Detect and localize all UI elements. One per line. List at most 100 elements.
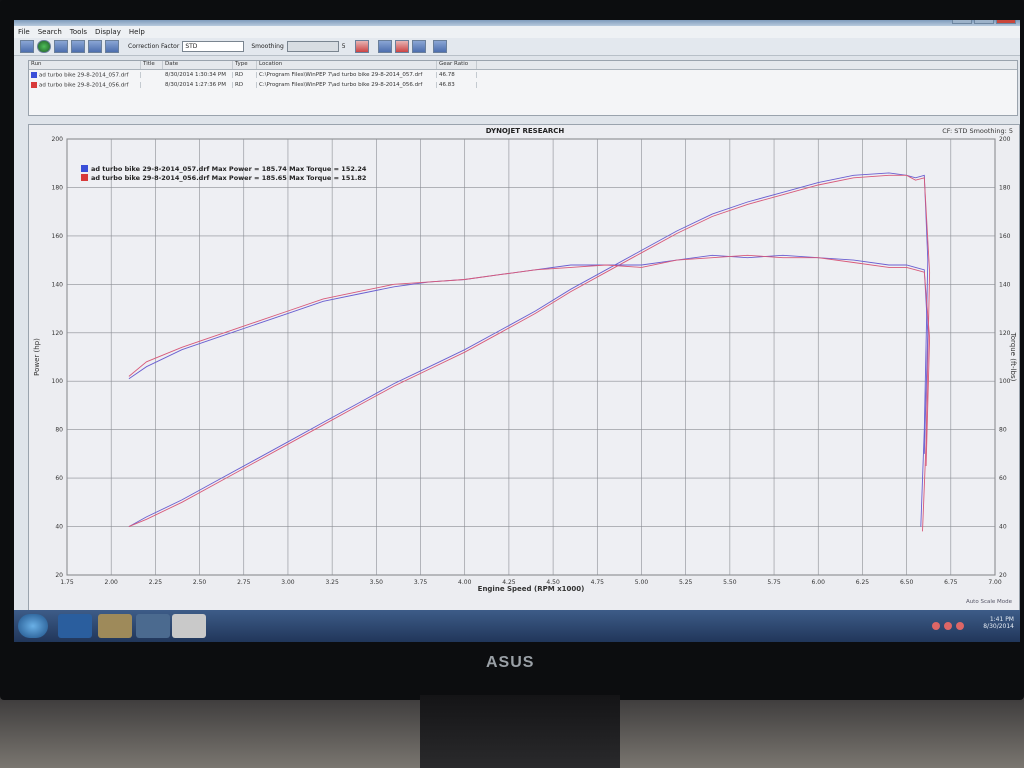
ie-icon[interactable] [58, 614, 92, 638]
col-run[interactable]: Run [29, 61, 141, 69]
run-location: C:\Program Files\WinPEP 7\ad turbo bike … [257, 82, 437, 88]
legend: ad turbo bike 29-8-2014_057.drf Max Powe… [81, 165, 367, 182]
y2-tick-label: 180 [999, 184, 1011, 191]
menu-tools[interactable]: Tools [70, 28, 87, 36]
tray-icons [932, 622, 964, 630]
y-axis-label: Power (hp) [33, 338, 41, 376]
col-location[interactable]: Location [257, 61, 437, 69]
maximize-button[interactable] [974, 20, 994, 24]
run-location: C:\Program Files\WinPEP 7\ad turbo bike … [257, 72, 437, 78]
screen: File Search Tools Display Help Correctio… [14, 20, 1020, 642]
x-axis-label: Engine Speed (RPM x1000) [478, 585, 585, 593]
run-name: ad turbo bike 29-8-2014_056.drf [29, 81, 141, 89]
y2-axis-label: Torque (ft-lbs) [1009, 332, 1017, 382]
clock[interactable]: 1:41 PM 8/30/2014 [983, 616, 1014, 630]
x-tick-label: 3.50 [370, 579, 384, 586]
correction-factor-select[interactable]: STD [182, 41, 245, 52]
x-tick-label: 1.75 [60, 579, 74, 586]
x-tick-label: 2.75 [237, 579, 251, 586]
run-gear-ratio: 46.78 [437, 72, 477, 78]
smoothing-slider[interactable] [286, 41, 339, 52]
table-row[interactable]: ad turbo bike 29-8-2014_056.drf 8/30/201… [29, 80, 1017, 90]
start-button[interactable] [18, 614, 48, 638]
y2-tick-label: 160 [999, 233, 1011, 240]
run-type: RD [233, 72, 257, 78]
x-tick-label: 2.25 [149, 579, 163, 586]
runs-table-header: Run Title Date Type Location Gear Ratio [29, 61, 1017, 70]
cursor-icon[interactable] [411, 40, 426, 53]
crosshair-icon[interactable] [432, 40, 447, 53]
x-tick-label: 2.50 [193, 579, 207, 586]
y-tick-label: 140 [52, 281, 64, 288]
delete-icon[interactable] [354, 40, 369, 53]
x-tick-label: 6.25 [856, 579, 870, 586]
correction-factor-value: STD [185, 43, 198, 50]
toolbar: Correction Factor STD Smoothing 5 [14, 38, 1020, 56]
open-runs-icon[interactable] [20, 40, 34, 53]
y-tick-label: 40 [55, 524, 63, 531]
x-tick-label: 5.00 [635, 579, 649, 586]
y-tick-label: 60 [55, 475, 63, 482]
smoothing-value: 5 [341, 43, 346, 50]
flag-icon[interactable] [956, 622, 964, 630]
y-tick-label: 180 [52, 184, 64, 191]
run-color-swatch [31, 71, 37, 78]
explorer-icon[interactable] [98, 614, 132, 638]
x-tick-label: 6.00 [812, 579, 826, 586]
x-tick-label: 7.00 [988, 579, 1002, 586]
y2-tick-label: 140 [999, 281, 1011, 288]
col-type[interactable]: Type [233, 61, 257, 69]
globe-icon[interactable] [37, 40, 51, 53]
x-tick-label: 6.50 [900, 579, 914, 586]
y-tick-label: 160 [52, 233, 64, 240]
x-tick-label: 3.75 [414, 579, 428, 586]
menu-file[interactable]: File [18, 28, 30, 36]
close-button[interactable] [996, 20, 1016, 24]
minimize-button[interactable] [952, 20, 972, 24]
chart-window[interactable]: DYNOJET RESEARCH CF: STD Smoothing: 5 1.… [28, 124, 1020, 612]
graph-3-icon[interactable] [88, 40, 102, 53]
network-icon[interactable] [932, 622, 940, 630]
run-date: 8/30/2014 1:30:34 PM [163, 72, 233, 78]
volume-icon[interactable] [944, 622, 952, 630]
window-controls [952, 20, 1016, 24]
taskbar: 1:41 PM 8/30/2014 [14, 610, 1020, 642]
x-tick-label: 4.75 [591, 579, 605, 586]
y-tick-label: 20 [55, 572, 63, 579]
legend-entry: ad turbo bike 29-8-2014_057.drf Max Powe… [91, 165, 367, 173]
x-tick-label: 3.25 [325, 579, 339, 586]
legend-entry: ad turbo bike 29-8-2014_056.drf Max Powe… [91, 174, 366, 182]
runs-table: Run Title Date Type Location Gear Ratio … [28, 60, 1018, 116]
y2-tick-label: 60 [999, 475, 1007, 482]
graph-4-icon[interactable] [105, 40, 119, 53]
y-tick-label: 80 [55, 427, 63, 434]
print-icon[interactable] [394, 40, 409, 53]
clock-date: 8/30/2014 [983, 623, 1014, 630]
table-row[interactable]: ad turbo bike 29-8-2014_057.drf 8/30/201… [29, 70, 1017, 80]
y2-tick-label: 200 [999, 136, 1011, 143]
smoothing-label: Smoothing [251, 43, 284, 50]
run-name: ad turbo bike 29-8-2014_057.drf [29, 71, 141, 79]
x-tick-label: 5.50 [723, 579, 737, 586]
run-color-swatch [31, 81, 37, 88]
media-player-icon[interactable] [136, 614, 170, 638]
menu-search[interactable]: Search [38, 28, 62, 36]
col-date[interactable]: Date [163, 61, 233, 69]
menu-help[interactable]: Help [129, 28, 145, 36]
legend-swatch [81, 174, 88, 181]
x-tick-label: 5.25 [679, 579, 693, 586]
menu-display[interactable]: Display [95, 28, 121, 36]
dyno-chart[interactable]: 1.75 2.00 2.25 2.50 2.75 3.00 3.25 3.50 3.75 4.00… [29, 125, 1019, 609]
zoom-icon[interactable] [377, 40, 392, 53]
col-title[interactable]: Title [141, 61, 163, 69]
monitor-stand [420, 695, 620, 768]
legend-swatch [81, 165, 88, 172]
clock-time: 1:41 PM [989, 616, 1014, 623]
y2-tick-label: 40 [999, 524, 1007, 531]
col-gear-ratio[interactable]: Gear Ratio [437, 61, 477, 69]
winpep-taskbar-icon[interactable] [172, 614, 206, 638]
graph-2-icon[interactable] [71, 40, 85, 53]
graph-1-icon[interactable] [54, 40, 68, 53]
run-name-text: ad turbo bike 29-8-2014_057.drf [39, 72, 129, 79]
x-tick-label: 6.75 [944, 579, 958, 586]
